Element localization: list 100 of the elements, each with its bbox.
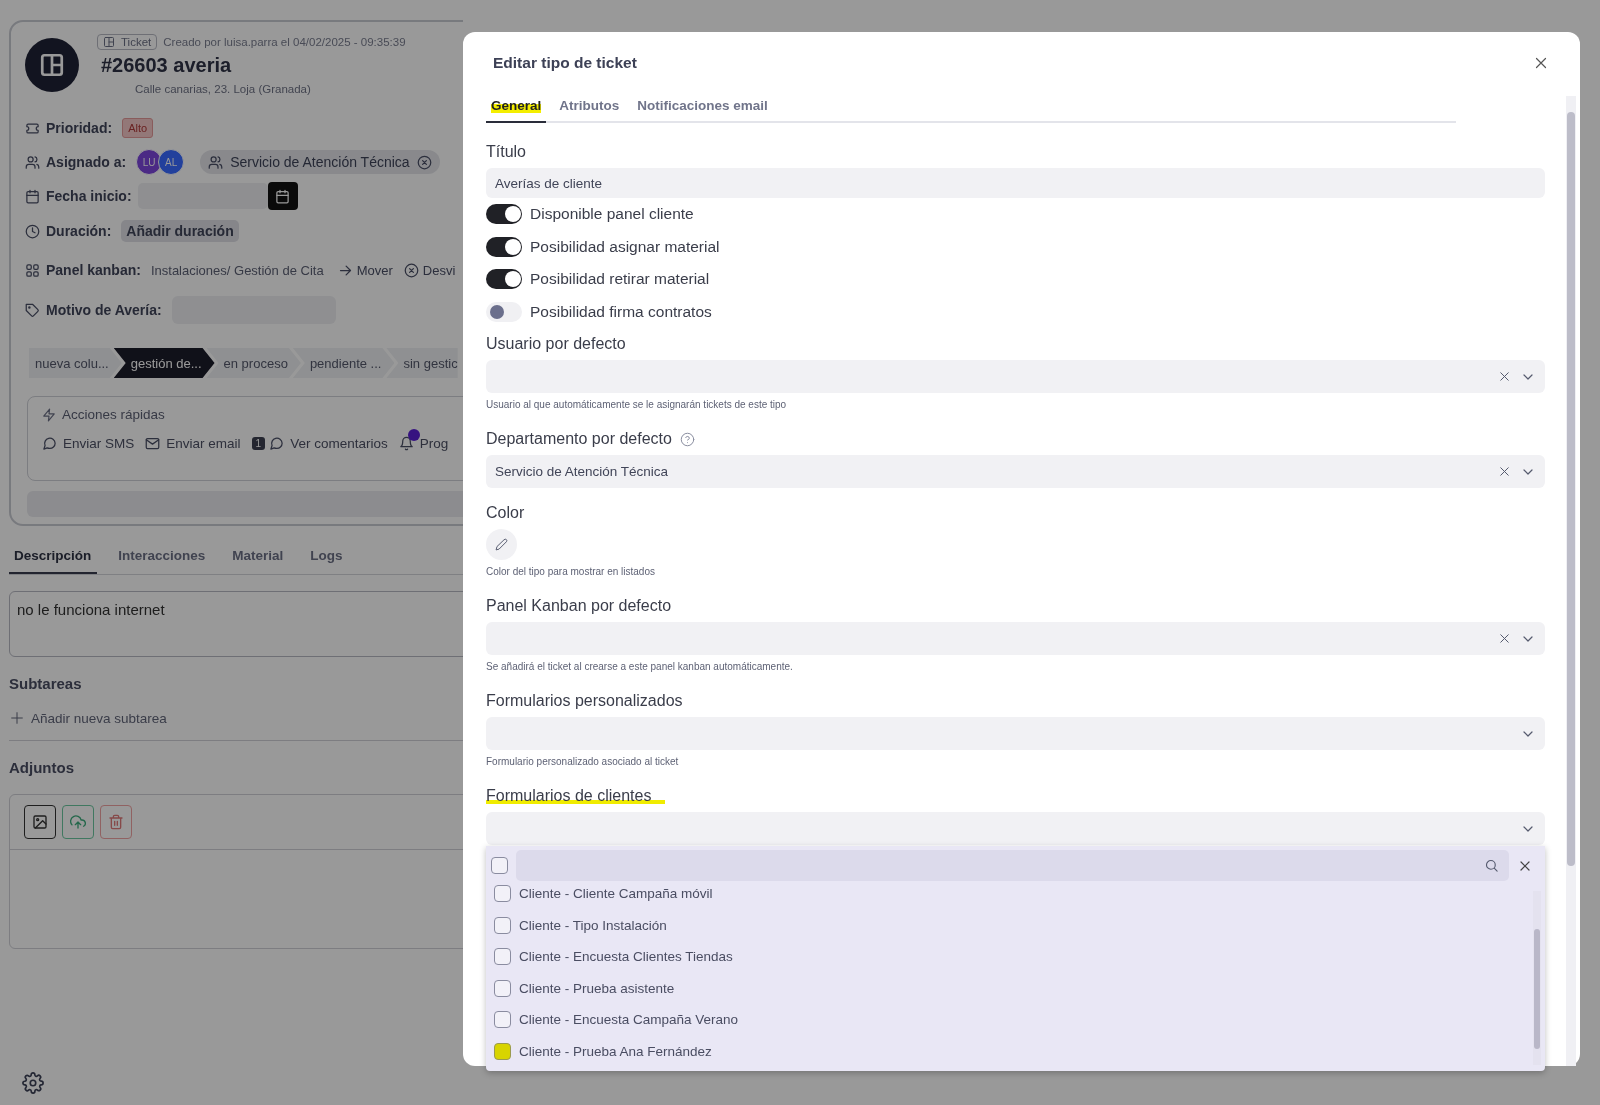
stage-step[interactable]: sin gestic [386, 348, 458, 378]
remove-icon [403, 262, 419, 278]
plus-icon [9, 710, 25, 726]
checkbox[interactable] [494, 979, 511, 997]
option-item[interactable]: Cliente - Prueba Ana Fernández [486, 1035, 1545, 1067]
color-picker-button[interactable] [486, 529, 517, 560]
tab[interactable]: Interacciones [113, 548, 212, 574]
field-hint: Se añadirá el ticket al crearse a este panel kanban automáticamente. [486, 661, 794, 672]
tab[interactable]: Logs [305, 548, 349, 574]
select-field[interactable] [486, 622, 1545, 655]
option-item[interactable]: Cliente - Encuesta Clientes Tiendas [486, 941, 1545, 973]
pencil-icon [495, 538, 508, 551]
section-title: Adjuntos [9, 759, 75, 776]
toggle-label: Disponible panel cliente [530, 205, 694, 224]
description-field[interactable]: no le funciona internet [9, 591, 463, 657]
checkbox[interactable] [494, 885, 511, 903]
clock-icon [25, 223, 40, 239]
field-label: Color [486, 504, 525, 522]
checkbox[interactable] [494, 948, 511, 966]
bell-icon [398, 436, 414, 451]
checkbox[interactable] [494, 1011, 511, 1029]
select-field[interactable] [486, 717, 1545, 750]
toggle-switch[interactable] [486, 236, 522, 257]
select-all-checkbox[interactable] [491, 857, 508, 874]
stage-step[interactable]: nueva colu... [29, 348, 122, 378]
chat-icon [42, 436, 57, 451]
calendar-button[interactable] [267, 182, 298, 210]
ticket-icon [25, 120, 40, 136]
stage-step[interactable]: en proceso [206, 348, 301, 378]
field-hint: Color del tipo para mostrar en listados [486, 566, 656, 577]
ticket-title: #26603 averia [101, 54, 233, 77]
move-link[interactable]: Mover [337, 262, 393, 278]
field-label: Duración: [46, 223, 112, 239]
dialog-title: Editar tipo de ticket [493, 54, 637, 72]
field-label: Departamento por defecto [486, 430, 672, 448]
delete-button[interactable] [100, 805, 132, 839]
field-label: Prioridad: [46, 120, 113, 136]
option-item[interactable]: Cliente - Tipo Instalación [486, 909, 1545, 941]
quick-action[interactable]: Enviar SMS [42, 429, 135, 451]
panel-title: Acciones rápidas [62, 407, 165, 422]
board-icon [103, 36, 115, 48]
search-field[interactable] [516, 850, 1509, 881]
created-info: Creado por luisa.parra el 04/02/2025 - 09:35:39 [163, 36, 406, 48]
checkbox[interactable] [494, 916, 511, 934]
trash-icon [108, 814, 124, 830]
type-tag: Ticket [97, 34, 158, 50]
field-label: Usuario por defecto [486, 335, 626, 353]
select-field[interactable] [486, 360, 1545, 393]
option-item[interactable]: Cliente - Cliente Campaña móvil [486, 878, 1545, 910]
settings-button[interactable] [22, 1072, 44, 1094]
chat-icon [269, 436, 285, 451]
users-icon [208, 154, 224, 170]
add-subtask-link[interactable]: Añadir nueva subtarea [31, 710, 167, 726]
bolt-icon [42, 407, 56, 422]
title-field[interactable]: Averías de cliente [486, 168, 1545, 198]
scrollbar-thumb[interactable] [1534, 929, 1540, 1049]
field-label: Asignado a: [46, 154, 127, 170]
field-label: Motivo de Avería: [46, 302, 162, 318]
department-chip[interactable]: Servicio de Atención Técnica [200, 150, 440, 174]
quick-action[interactable]: Prog [398, 429, 449, 451]
quick-action[interactable]: Enviar email [145, 429, 241, 451]
field-label: Panel Kanban por defecto [486, 597, 672, 615]
toggle-label: Posibilidad asignar material [530, 237, 720, 256]
priority-badge[interactable]: Alto [122, 118, 154, 138]
calendar-icon [25, 188, 40, 204]
date-field[interactable] [137, 183, 268, 209]
field-label: Fecha inicio: [46, 188, 132, 204]
upload-button[interactable] [62, 805, 94, 839]
toggle-switch[interactable] [486, 301, 522, 322]
kanban-value: Instalaciones/ Gestión de Cita [150, 262, 324, 278]
gallery-button[interactable] [24, 805, 56, 839]
search-icon [1484, 858, 1499, 873]
toggle-switch[interactable] [486, 204, 522, 225]
scrollbar-thumb[interactable] [1567, 112, 1575, 866]
settings-icon [22, 1072, 44, 1094]
option-item[interactable]: Cliente - Prueba asistente [486, 972, 1545, 1004]
mail-icon [145, 436, 161, 451]
field-label: Formularios de clientes [486, 787, 666, 805]
remove-link[interactable]: Desvi [403, 262, 456, 278]
section-title: Subtareas [9, 675, 83, 692]
stage-step[interactable]: pendiente ... [292, 348, 395, 378]
add-duration-button[interactable]: Añadir duración [121, 220, 239, 242]
avatar: AL [158, 149, 185, 175]
remove-icon [416, 154, 432, 170]
stage-step[interactable]: gestión de... [113, 348, 215, 378]
address: Calle canarias, 23. Loja (Granada) [135, 83, 312, 95]
select-field[interactable] [486, 812, 1545, 845]
checkbox[interactable] [494, 1042, 511, 1060]
select-field[interactable]: Servicio de Atención Técnica [486, 455, 1545, 488]
users-icon [25, 154, 40, 170]
quick-action[interactable]: 1 Ver comentarios [251, 429, 388, 451]
toggle-switch[interactable] [486, 269, 522, 290]
tab[interactable]: Atributos [554, 98, 625, 123]
field-label: Panel kanban: [46, 262, 141, 278]
toggle-label: Posibilidad retirar material [530, 270, 710, 289]
image-icon [32, 814, 48, 830]
tab[interactable]: Notificaciones email [632, 98, 773, 123]
tab[interactable]: Material [227, 548, 290, 574]
option-item[interactable]: Cliente - Encuesta Campaña Verano [486, 1004, 1545, 1036]
tab[interactable]: Descripción [9, 548, 98, 574]
